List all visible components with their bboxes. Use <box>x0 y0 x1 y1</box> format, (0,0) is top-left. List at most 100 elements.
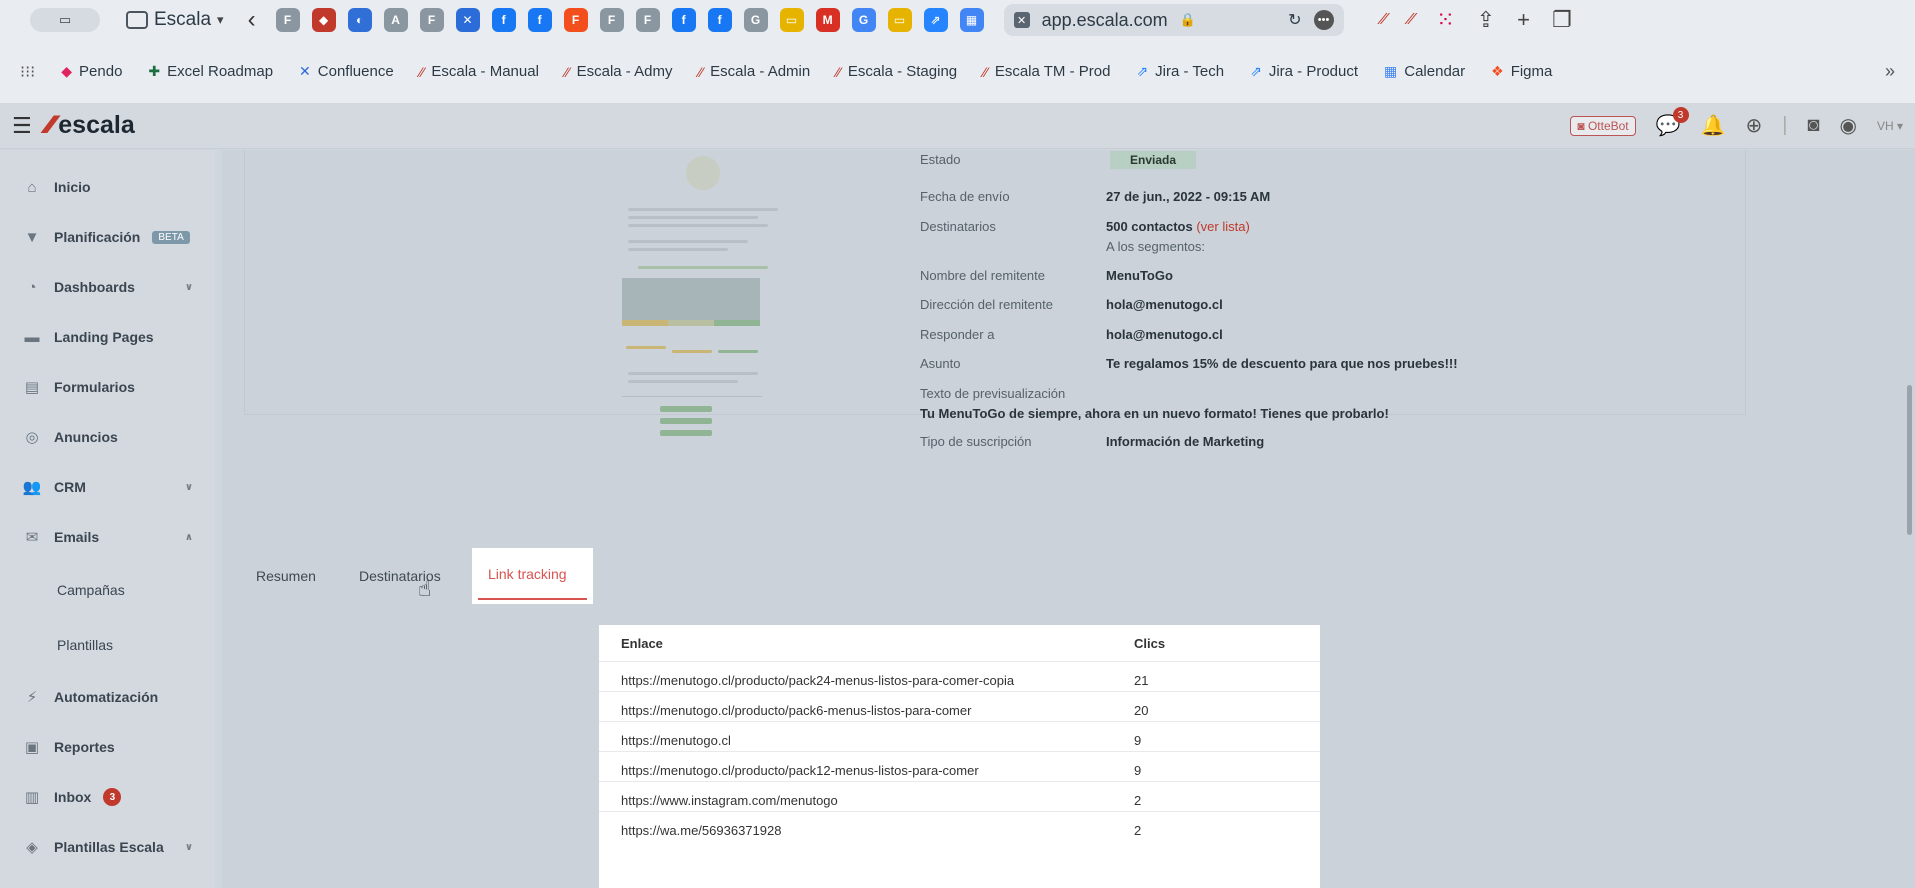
sidebar-item-crm[interactable]: 👥 CRM ∨ <box>0 462 215 512</box>
apps-grid-icon[interactable]: ⁝⁝⁝ <box>20 62 35 82</box>
bookmark-pendo[interactable]: ◆ Pendo <box>61 63 122 80</box>
bookmark-confluence[interactable]: ✕ Confluence <box>299 63 394 80</box>
direccion-value: hola@menutogo.cl <box>1106 297 1223 312</box>
tabs-overview-icon[interactable]: ❐ <box>1552 7 1572 33</box>
bookmark-escala-tm-prod[interactable]: ⁄⁄ Escala TM - Prod <box>983 63 1110 80</box>
sidebar-item-formularios[interactable]: ▤ Formularios <box>0 362 215 412</box>
link-url[interactable]: https://wa.me/56936371928 <box>621 823 781 838</box>
sidebar-item-inbox[interactable]: ▥ Inbox 3 <box>0 772 215 822</box>
bookmark-escala-admin[interactable]: ⁄⁄ Escala - Admin <box>698 63 810 80</box>
bookmark-figma[interactable]: ❖ Figma <box>1491 63 1552 80</box>
figma-icon: ❖ <box>1491 63 1504 79</box>
red-app-icon[interactable]: ◆ <box>311 8 336 32</box>
link-url[interactable]: https://menutogo.cl/producto/pack24-menu… <box>621 673 1014 688</box>
column-header-enlace[interactable]: Enlace <box>621 625 663 661</box>
slides-icon[interactable]: ▭ <box>779 8 804 32</box>
swirl-icon[interactable]: ◐ <box>347 8 372 32</box>
ottebot-button[interactable]: ◙ OtteBot <box>1570 115 1636 136</box>
f-icon[interactable]: F <box>599 8 624 32</box>
tab-link-tracking[interactable]: Link tracking <box>472 548 593 604</box>
preview-line <box>628 208 778 211</box>
more-icon[interactable]: ••• <box>1313 10 1334 30</box>
a-icon[interactable]: A <box>383 8 408 32</box>
sidebar-item-landing-pages[interactable]: ▬ Landing Pages <box>0 312 215 362</box>
sidebar-item-label: Formularios <box>54 379 135 395</box>
confluence-icon[interactable]: ✕ <box>455 8 480 32</box>
more-bookmarks-icon[interactable]: » <box>1885 61 1895 82</box>
facebook-icon[interactable]: f <box>491 8 516 32</box>
ver-lista-link[interactable]: (ver lista) <box>1196 219 1249 234</box>
back-button[interactable]: ‹ <box>248 6 256 34</box>
people-icon: 👥 <box>22 479 42 496</box>
sidebar-item-inicio[interactable]: ⌂ Inicio <box>0 162 215 212</box>
bookmark-escala-staging[interactable]: ⁄⁄ Escala - Staging <box>836 63 957 80</box>
bell-icon[interactable]: 🔔 <box>1701 113 1726 138</box>
link-url[interactable]: https://menutogo.cl <box>621 733 731 748</box>
preview-button <box>660 430 712 436</box>
logo-text: escala <box>58 111 135 139</box>
bookmark-escala-admy[interactable]: ⁄⁄ Escala - Admy <box>565 63 673 80</box>
sidebar-item-automatizacion[interactable]: ⚡ Automatización <box>0 672 215 722</box>
tab-resumen[interactable]: Resumen <box>256 568 316 584</box>
sidebar-item-emails[interactable]: ✉ Emails ∧ <box>0 512 215 562</box>
sidebar-item-anuncios[interactable]: ◎ Anuncios <box>0 412 215 462</box>
share-icon[interactable]: ⇪ <box>1477 7 1495 33</box>
facebook-icon[interactable]: f <box>707 8 732 32</box>
apps-grid-icon[interactable]: ⁙ <box>1436 7 1454 33</box>
bookmark-escala-manual[interactable]: ⁄⁄ Escala - Manual <box>420 63 539 80</box>
reload-icon[interactable]: ↻ <box>1288 10 1301 30</box>
figma-icon[interactable]: F <box>563 8 588 32</box>
f-icon[interactable]: F <box>635 8 660 32</box>
bookmark-excel-roadmap[interactable]: ✚ Excel Roadmap <box>148 63 273 80</box>
support-icon[interactable]: ◉ <box>1840 113 1857 138</box>
jira-icon[interactable]: ⇗ <box>923 8 948 32</box>
preview-color-band <box>714 320 760 326</box>
sidebar-item-plantillas-escala[interactable]: ◈ Plantillas Escala ∨ <box>0 822 215 872</box>
sidebar-toggle-button[interactable]: ▭ <box>30 8 100 32</box>
sidebar-item-label: Plantillas Escala <box>54 839 164 855</box>
facebook-icon[interactable]: f <box>671 8 696 32</box>
bookmark-label: Jira - Product <box>1268 63 1359 80</box>
robot-icon[interactable]: ◙ <box>1807 114 1819 137</box>
sidebar-subitem-plantillas[interactable]: Plantillas <box>0 617 215 672</box>
address-bar[interactable]: ✕ app.escala.com 🔒 ↻ ••• <box>1003 4 1344 36</box>
preview-button <box>672 350 712 353</box>
home-icon: ⌂ <box>27 178 37 196</box>
escala-extension-icon[interactable]: ⁄⁄ <box>1409 11 1414 29</box>
sidebar-subitem-campanas[interactable]: Campañas <box>0 562 215 617</box>
new-tab-icon[interactable]: + <box>1517 7 1530 33</box>
bookmark-jira-product[interactable]: ⇗ Jira - Product <box>1250 63 1358 80</box>
g-icon[interactable]: G <box>743 8 768 32</box>
f-icon[interactable]: F <box>275 8 300 32</box>
scrollbar-thumb[interactable] <box>1907 385 1912 535</box>
sidebar-item-dashboards[interactable]: ◔ Dashboards ∨ <box>0 262 215 312</box>
bookmark-calendar[interactable]: ▦ Calendar <box>1384 63 1465 80</box>
preview-food-image <box>622 278 760 320</box>
messages-button[interactable]: 💬 3 <box>1656 107 1689 138</box>
sidebar-item-reportes[interactable]: ▣ Reportes <box>0 722 215 772</box>
f-icon[interactable]: F <box>419 8 444 32</box>
add-icon[interactable]: ⊕ <box>1745 113 1762 138</box>
menu-icon[interactable]: ☰ <box>12 113 32 139</box>
menutogo-logo <box>686 156 720 190</box>
avatar[interactable]: VH ▾ <box>1877 119 1903 133</box>
link-clicks: 2 <box>1134 793 1142 808</box>
escala-extension-icon[interactable]: ⁄⁄ <box>1382 11 1387 29</box>
bookmark-jira-tech[interactable]: ⇗ Jira - Tech <box>1136 63 1224 80</box>
link-url[interactable]: https://menutogo.cl/producto/pack6-menus… <box>621 703 971 718</box>
calendar-icon[interactable]: ▦ <box>959 8 984 32</box>
google-icon[interactable]: G <box>851 8 876 32</box>
tab-group-selector[interactable]: Escala ▾ <box>126 9 224 31</box>
column-header-clics[interactable]: Clics <box>1134 625 1165 661</box>
facebook-icon[interactable]: f <box>527 8 552 32</box>
window-icon: ▭ <box>58 12 72 27</box>
escala-logo[interactable]: ⁄⁄⁄ escala <box>46 111 135 140</box>
email-preview-thumbnail[interactable] <box>608 150 808 460</box>
link-url[interactable]: https://www.instagram.com/menutogo <box>621 793 838 808</box>
scrollbar[interactable] <box>1903 385 1915 585</box>
slides-icon[interactable]: ▭ <box>887 8 912 32</box>
gmail-icon[interactable]: M <box>815 8 840 32</box>
sidebar-item-planificacion[interactable]: ▼ Planificación BETA <box>0 212 215 262</box>
pendo-icon: ◆ <box>61 63 73 79</box>
link-url[interactable]: https://menutogo.cl/producto/pack12-menu… <box>621 763 979 778</box>
